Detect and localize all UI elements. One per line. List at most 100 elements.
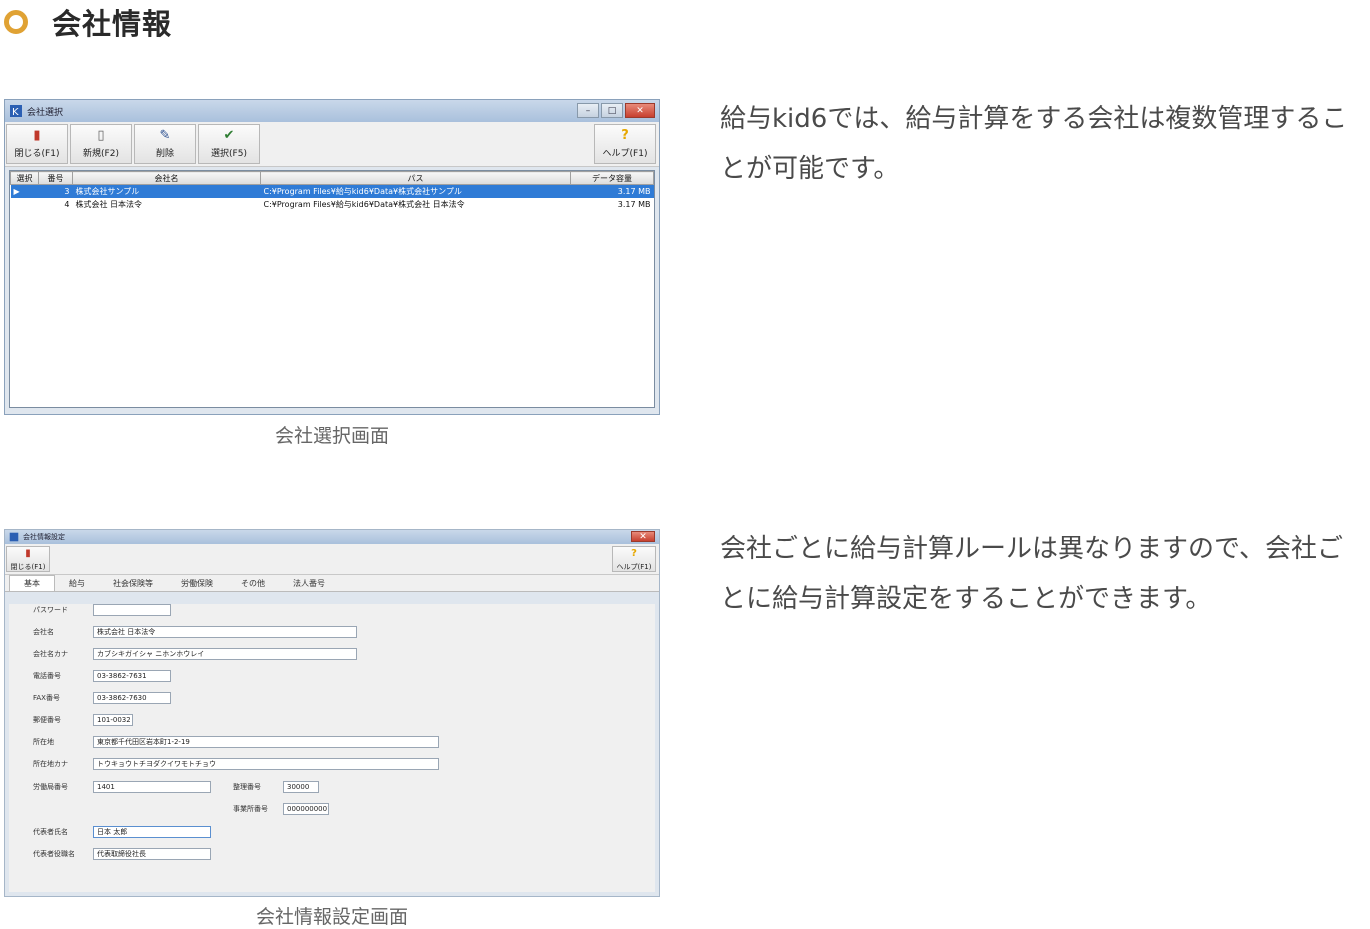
tab-salary[interactable]: 給与 [55, 576, 99, 591]
field-reference-number: 整理番号 30000 [233, 781, 319, 793]
cell-number: 4 [64, 200, 70, 209]
select-icon: ✔ [223, 128, 235, 143]
field-label: パスワード [33, 606, 68, 614]
settings-form: パスワード 会社名 株式会社 日本法令 会社名カナ カブシキガイシャ ニホンホウ… [9, 604, 655, 892]
address-kana-input[interactable]: トウキョウトチヨダクイワモトチョウ [93, 758, 439, 770]
tab-other[interactable]: その他 [227, 576, 279, 591]
minimize-button[interactable]: – [577, 103, 599, 118]
close-button[interactable]: ▮ 閉じる(F1) [6, 124, 68, 164]
delete-button[interactable]: ✎ 削除 [134, 124, 196, 164]
cell-path: C:¥Program Files¥給与kid6¥Data¥株式会社サンプル [260, 184, 571, 198]
office-number-input[interactable]: 0000000001 [283, 803, 329, 815]
close-button[interactable]: ▮ 閉じる(F1) [6, 546, 50, 572]
circle-bullet-icon [4, 10, 28, 34]
labor-bureau-input[interactable]: 1401 [93, 781, 211, 793]
representative-name-input[interactable]: 日本 太郎 [93, 826, 211, 838]
column-header[interactable]: データ容量 [570, 171, 654, 185]
section-title: 会社情報 [52, 7, 173, 41]
maximize-button[interactable]: □ [601, 103, 623, 118]
field-label: 代表者氏名 [33, 828, 68, 836]
svg-text:K: K [12, 107, 19, 118]
field-label: 郵便番号 [33, 716, 61, 724]
tab-social-insurance[interactable]: 社会保険等 [99, 576, 167, 591]
field-representative-name: 代表者氏名 日本 太郎 [33, 826, 211, 838]
cell-path: C:¥Program Files¥給与kid6¥Data¥株式会社 日本法令 [263, 200, 465, 209]
field-company-name: 会社名 株式会社 日本法令 [33, 626, 357, 638]
delete-icon: ✎ [159, 128, 171, 143]
company-grid: 選択 番号 会社名 パス データ容量 ▶ 3 株式会社サンプル C:¥Progr… [9, 170, 655, 408]
field-postal-code: 郵便番号 101-0032 [33, 714, 133, 726]
field-label: 整理番号 [233, 783, 261, 791]
address-input[interactable]: 東京都千代田区岩本町1-2-19 [93, 736, 439, 748]
app-icon [9, 532, 19, 542]
window-titlebar: K 会社選択 – □ ✕ [5, 100, 659, 122]
toolbar: ▮ 閉じる(F1) ▯ 新規(F2) ✎ 削除 ✔ 選択(F5) ? ヘルプ(F… [5, 122, 659, 167]
company-name-input[interactable]: 株式会社 日本法令 [93, 626, 357, 638]
cell-company-name: 株式会社サンプル [72, 184, 261, 198]
caption-company-settings: 会社情報設定画面 [255, 906, 408, 928]
toolbar: ▮ 閉じる(F1) ? ヘルプ(F1) [5, 544, 659, 575]
close-window-button[interactable]: ✕ [631, 531, 655, 542]
reference-number-input[interactable]: 30000 [283, 781, 319, 793]
field-labor-bureau: 労働局番号 1401 [33, 781, 211, 793]
field-label: 会社名カナ [33, 650, 68, 658]
cell-number: 3 [38, 184, 73, 198]
field-label: 電話番号 [33, 672, 61, 680]
column-header[interactable]: 番号 [38, 171, 73, 185]
table-row[interactable]: 4 株式会社 日本法令 C:¥Program Files¥給与kid6¥Data… [11, 198, 654, 211]
window-title: 会社選択 [27, 107, 64, 118]
column-header[interactable]: 会社名 [72, 171, 261, 185]
table-row[interactable]: ▶ 3 株式会社サンプル C:¥Program Files¥給与kid6¥Dat… [10, 184, 654, 198]
password-input[interactable] [93, 604, 171, 616]
tab-basic[interactable]: 基本 [9, 575, 55, 591]
help-button[interactable]: ? ヘルプ(F1) [612, 546, 656, 572]
row-marker: ▶ [10, 184, 39, 198]
field-company-name-kana: 会社名カナ カブシキガイシャ ニホンホウレイ [33, 648, 357, 660]
window-titlebar: 会社情報設定 ✕ [5, 530, 659, 544]
column-header[interactable]: 選択 [10, 171, 39, 185]
field-address: 所在地 東京都千代田区岩本町1-2-19 [33, 736, 439, 748]
select-button[interactable]: ✔ 選択(F5) [198, 124, 260, 164]
column-header[interactable]: パス [260, 171, 571, 185]
row-marker [11, 198, 39, 211]
field-fax: FAX番号 03-3862-7630 [33, 692, 171, 704]
help-button[interactable]: ? ヘルプ(F1) [594, 124, 656, 164]
phone-input[interactable]: 03-3862-7631 [93, 670, 171, 682]
field-phone: 電話番号 03-3862-7631 [33, 670, 171, 682]
field-representative-title: 代表者役職名 代表取締役社長 [33, 848, 211, 860]
cell-data-size: 3.17 MB [570, 184, 654, 198]
field-label: FAX番号 [33, 694, 60, 702]
close-window-button[interactable]: ✕ [625, 103, 655, 118]
new-document-icon: ▯ [97, 128, 105, 143]
field-password: パスワード [33, 604, 171, 616]
field-label: 労働局番号 [33, 783, 68, 791]
app-icon: K [10, 105, 22, 118]
field-label: 事業所番号 [233, 805, 268, 813]
tab-corporate-number[interactable]: 法人番号 [279, 576, 339, 591]
field-label: 代表者役職名 [33, 850, 75, 858]
postal-code-input[interactable]: 101-0032 [93, 714, 133, 726]
help-icon: ? [631, 547, 637, 559]
company-select-window: K 会社選択 – □ ✕ ▮ 閉じる(F1) ▯ 新規(F2) ✎ 削除 ✔ 選… [4, 99, 660, 415]
settings-tabs: 基本 給与 社会保険等 労働保険 その他 法人番号 [5, 575, 659, 592]
window-title: 会社情報設定 [23, 533, 65, 541]
description-1: 給与kid6では、給与計算をする会社は複数管理することが可能です。 [720, 104, 1348, 184]
exit-icon: ▮ [25, 547, 31, 559]
new-button[interactable]: ▯ 新規(F2) [70, 124, 132, 164]
field-label: 所在地 [33, 738, 54, 746]
help-icon: ? [621, 128, 629, 143]
field-address-kana: 所在地カナ トウキョウトチヨダクイワモトチョウ [33, 758, 439, 770]
section-header: 会社情報 [4, 0, 172, 44]
description-2: 会社ごとに給与計算ルールは異なりますので、会社ごとに給与計算設定をすることができ… [720, 534, 1343, 614]
caption-company-select: 会社選択画面 [274, 425, 389, 447]
field-label: 所在地カナ [33, 760, 68, 768]
cell-data-size: 3.17 MB [617, 200, 651, 209]
field-label: 会社名 [33, 628, 54, 636]
cell-company-name: 株式会社 日本法令 [75, 200, 143, 209]
tab-labor-insurance[interactable]: 労働保険 [167, 576, 227, 591]
company-name-kana-input[interactable]: カブシキガイシャ ニホンホウレイ [93, 648, 357, 660]
representative-title-input[interactable]: 代表取締役社長 [93, 848, 211, 860]
fax-input[interactable]: 03-3862-7630 [93, 692, 171, 704]
company-settings-window: 会社情報設定 ✕ ▮ 閉じる(F1) ? ヘルプ(F1) 基本 給与 社会保険等… [4, 529, 660, 897]
field-office-number: 事業所番号 0000000001 [233, 803, 329, 815]
